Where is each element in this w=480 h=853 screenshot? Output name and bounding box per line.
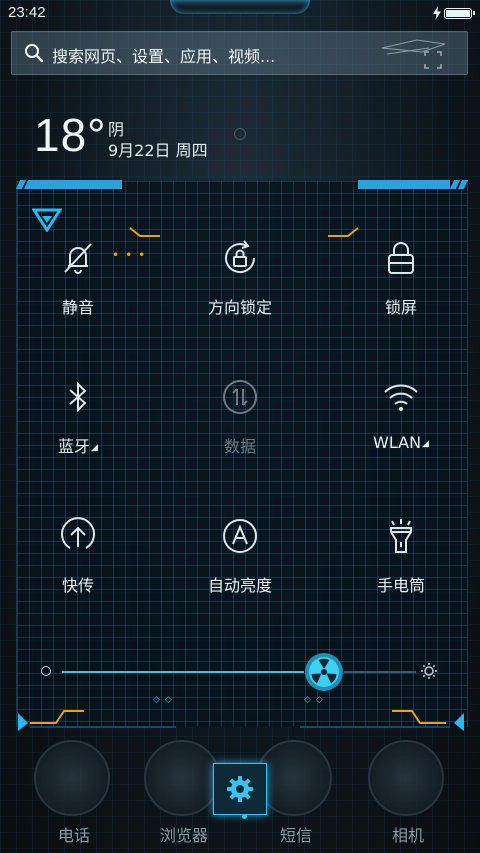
tile-flashlight[interactable]: 手电筒 <box>331 516 471 616</box>
brightness-slider-thumb[interactable] <box>304 652 344 692</box>
tile-label: WLAN◢ <box>373 433 429 452</box>
tile-wlan[interactable]: WLAN◢ <box>331 377 471 477</box>
dock-label: 电话 <box>57 826 90 845</box>
tile-label: 蓝牙◢ <box>58 437 98 456</box>
bolt-icon <box>433 6 441 20</box>
tile-label: 自动亮度 <box>207 576 272 595</box>
tile-bluetooth[interactable]: 蓝牙◢ <box>8 377 148 477</box>
panel-bottom-ornament-right <box>300 710 464 731</box>
scan-icon[interactable] <box>377 34 447 72</box>
tile-auto-brightness[interactable]: 自动亮度 <box>170 516 310 616</box>
dock-item-camera[interactable]: 相机 <box>368 740 448 850</box>
expand-caret-icon[interactable]: ◢ <box>91 443 98 453</box>
quick-transfer-icon <box>61 517 95 549</box>
panel-bottom-ornament-left <box>18 710 176 731</box>
tile-label: 数据 <box>223 437 256 456</box>
weather-date: 9月22日 周四 <box>108 141 208 160</box>
weather-temperature[interactable]: 18° <box>34 108 107 162</box>
search-bar[interactable]: 搜索网页、设置、应用、视频... <box>11 31 468 75</box>
panel-top-bar-left <box>30 180 122 189</box>
brightness-track[interactable] <box>343 671 416 673</box>
accent-diamonds: ◇◇ <box>153 695 177 705</box>
brightness-high-icon <box>421 663 437 679</box>
tile-silent[interactable]: 静音 <box>8 238 148 338</box>
browser-icon <box>144 740 220 816</box>
accent-diamonds: ◇◇ <box>304 695 328 705</box>
brightness-low-icon <box>41 666 51 676</box>
battery-fill <box>446 10 470 17</box>
bluetooth-icon <box>69 381 87 413</box>
theme-top-ornament <box>170 0 310 14</box>
collapse-triangle-icon[interactable] <box>32 208 62 232</box>
lock-icon <box>388 242 414 274</box>
tile-label: 手电筒 <box>376 576 425 595</box>
dock-item-phone[interactable]: 电话 <box>34 740 114 850</box>
auto-brightness-icon <box>223 519 257 553</box>
tile-mobile-data[interactable]: 数据 <box>170 377 310 477</box>
center-marker <box>234 128 246 140</box>
phone-icon <box>34 740 110 816</box>
dock-label: 浏览器 <box>159 826 208 845</box>
tile-label: 静音 <box>61 298 94 317</box>
search-icon <box>25 44 44 63</box>
tile-label: 方向锁定 <box>207 298 272 317</box>
status-bar: 23:42 <box>0 0 480 28</box>
flashlight-icon <box>390 519 412 553</box>
camera-icon <box>368 740 444 816</box>
settings-button[interactable] <box>213 763 267 815</box>
panel-top-bar-right <box>358 180 450 189</box>
wifi-icon <box>384 384 418 411</box>
expand-caret-icon[interactable]: ◢ <box>422 439 429 449</box>
dock-item-browser[interactable]: 浏览器 <box>144 740 224 850</box>
dock-label: 相机 <box>391 826 424 845</box>
gear-icon <box>227 776 253 802</box>
message-icon <box>256 740 332 816</box>
brightness-track-filled[interactable] <box>62 671 304 673</box>
tile-rotation-lock[interactable]: 方向锁定 <box>170 238 310 338</box>
mobile-data-icon <box>223 380 257 414</box>
battery-icon <box>444 8 475 19</box>
dock-item-messages[interactable]: 短信 <box>256 740 336 850</box>
status-time: 23:42 <box>8 4 46 21</box>
bell-off-icon <box>64 243 92 274</box>
tile-quick-transfer[interactable]: 快传 <box>8 516 148 616</box>
tile-label: 快传 <box>61 576 94 595</box>
search-input[interactable]: 搜索网页、设置、应用、视频... <box>52 43 275 67</box>
rotation-lock-icon <box>225 240 256 274</box>
tile-label: 锁屏 <box>384 298 417 317</box>
page-indicator-dot <box>242 814 247 819</box>
dock-label: 短信 <box>279 826 312 845</box>
tile-lock-screen[interactable]: 锁屏 <box>331 238 471 338</box>
